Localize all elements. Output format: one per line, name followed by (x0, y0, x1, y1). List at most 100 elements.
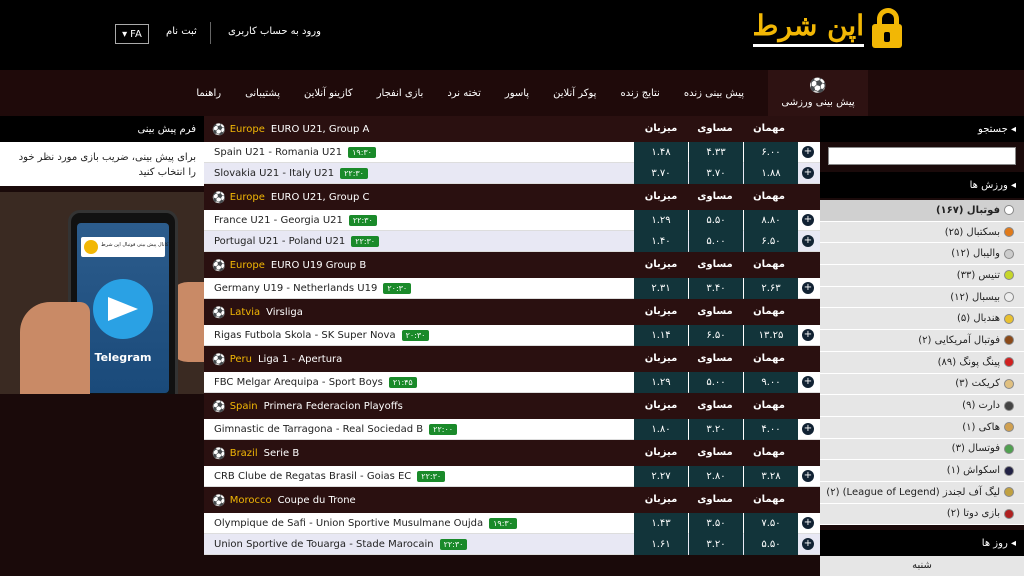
odds-guest[interactable]: ۳.۲۸ (744, 466, 798, 487)
odds-draw[interactable]: ۴.۳۳ (689, 142, 743, 163)
soccer-ball-icon: ⚽ (212, 122, 226, 136)
odds-draw[interactable]: ۳.۲۰ (689, 534, 743, 555)
bet-slip-title: فرم پیش بینی (0, 116, 204, 142)
login-link[interactable]: ورود به حساب کاربری (228, 26, 321, 37)
language-select[interactable]: ▾ FA (115, 24, 149, 44)
search-input[interactable] (828, 147, 1016, 165)
odds-guest[interactable]: ۶.۵۰ (744, 231, 798, 252)
sport-item[interactable]: فوتبال آمریکایی (۲) (820, 330, 1024, 352)
odds-host[interactable]: ۱.۴۰ (634, 231, 688, 252)
odds-draw[interactable]: ۵.۵۰ (689, 210, 743, 231)
league-name: Coupe du Trone (277, 494, 356, 506)
odds-host[interactable]: ۱.۴۸ (634, 142, 688, 163)
match-teams: Portugal U21 - Poland U21 (214, 235, 346, 247)
odds-guest[interactable]: ۱۳.۲۵ (744, 325, 798, 346)
odds-draw[interactable]: ۳.۴۰ (689, 278, 743, 299)
odds-guest[interactable]: ۱.۸۸ (744, 163, 798, 184)
match-teams: Gimnastic de Tarragona - Real Sociedad B (214, 423, 424, 435)
league-header: ⚽ Spain Primera Federacion Playoffs میزب… (204, 393, 820, 419)
odds-host[interactable]: ۲.۳۱ (634, 278, 688, 299)
sport-item[interactable]: تنیس (۳۳) (820, 265, 1024, 287)
more-markets-icon[interactable]: + (802, 214, 814, 226)
odds-host[interactable]: ۲.۲۷ (634, 466, 688, 487)
odds-guest[interactable]: ۶.۰۰ (744, 142, 798, 163)
col-host: میزبان (644, 400, 678, 411)
odds-guest[interactable]: ۲.۶۳ (744, 278, 798, 299)
search-title: جستجو ◂ (820, 116, 1024, 142)
sport-item[interactable]: کریکت (۳) (820, 373, 1024, 396)
odds-draw[interactable]: ۵.۰۰ (689, 231, 743, 252)
nav-item[interactable]: راهنما (184, 88, 233, 99)
sport-item[interactable]: لیگ آف لجندز (League of Legend) (۲) (820, 481, 1024, 504)
sport-item[interactable]: فوتسال (۳) (820, 438, 1024, 461)
site-logo[interactable]: اپن شرط (752, 8, 904, 48)
nav-item[interactable]: تخته نرد (435, 88, 493, 99)
odds-guest[interactable]: ۴.۰۰ (744, 419, 798, 440)
odds-draw[interactable]: ۳.۲۰ (689, 419, 743, 440)
lock-icon (870, 8, 904, 48)
nav-item[interactable]: پوکر آنلاین (541, 88, 608, 99)
more-markets-icon[interactable]: + (802, 282, 814, 294)
col-host: میزبان (644, 123, 678, 134)
sport-item[interactable]: بازی دوتا (۲) (820, 503, 1024, 526)
odds-host[interactable]: ۱.۱۴ (634, 325, 688, 346)
more-markets-icon[interactable]: + (802, 423, 814, 435)
sport-item[interactable]: فوتبال (۱۶۷) (820, 200, 1024, 222)
odds-host[interactable]: ۳.۷۰ (634, 163, 688, 184)
soccer-ball-icon: ⚽ (212, 190, 226, 204)
match-teams: Spain U21 - Romania U21 (214, 146, 343, 158)
nav-item[interactable]: پاسور (493, 88, 541, 99)
more-markets-icon[interactable]: + (802, 167, 814, 179)
sport-item[interactable]: هاکی (۱) (820, 416, 1024, 439)
sport-item[interactable]: اسکواش (۱) (820, 460, 1024, 482)
match-row: FBC Melgar Arequipa - Sport Boys ۲۱:۴۵ ۱… (204, 372, 820, 393)
bet-slip-description: برای پیش بینی، ضریب بازی مورد نظر خود را… (0, 142, 204, 186)
league-region: Morocco (229, 494, 272, 506)
more-markets-icon[interactable]: + (802, 146, 814, 158)
nav-item[interactable]: نتایج زنده (608, 88, 671, 99)
more-markets-icon[interactable]: + (802, 517, 814, 529)
odds-host[interactable]: ۱.۲۹ (634, 372, 688, 393)
sport-item[interactable]: دارت (۹) (820, 395, 1024, 417)
odds-guest[interactable]: ۷.۵۰ (744, 513, 798, 534)
odds-draw[interactable]: ۳.۵۰ (689, 513, 743, 534)
odds-draw[interactable]: ۳.۷۰ (689, 163, 743, 184)
odds-host[interactable]: ۱.۸۰ (634, 419, 688, 440)
sport-item[interactable]: هندبال (۵) (820, 308, 1024, 331)
sport-icon (1004, 292, 1014, 303)
logo-text: اپن شرط (752, 9, 864, 47)
sport-item[interactable]: بیسبال (۱۲) (820, 286, 1024, 309)
odds-host[interactable]: ۱.۲۹ (634, 210, 688, 231)
more-markets-icon[interactable]: + (802, 376, 814, 388)
nav-item[interactable]: کازینو آنلاین (292, 88, 365, 99)
signup-link[interactable]: ثبت نام (166, 26, 197, 37)
sport-label: هندبال (۵) (957, 313, 1000, 325)
col-draw: مساوی (697, 447, 733, 458)
col-guest: مهمان (753, 400, 785, 411)
bet-slip-panel: فرم پیش بینی برای پیش بینی، ضریب بازی مو… (0, 116, 204, 394)
nav-item[interactable]: پشتیبانی (233, 88, 292, 99)
match-time: ۲۲:۳۰ (348, 214, 377, 226)
more-markets-icon[interactable]: + (802, 235, 814, 247)
odds-draw[interactable]: ۵.۰۰ (689, 372, 743, 393)
sport-item[interactable]: بسکتبال (۲۵) (820, 221, 1024, 244)
match-teams: CRB Clube de Regatas Brasil - Goias EC (214, 470, 412, 482)
sport-item[interactable]: پینگ پونگ (۸۹) (820, 351, 1024, 374)
odds-draw[interactable]: ۶.۵۰ (689, 325, 743, 346)
nav-item[interactable]: بازی انفجار (365, 88, 436, 99)
telegram-promo[interactable]: کانال پیش بینی فوتبال اپن شرط Telegram (0, 192, 204, 394)
odds-host[interactable]: ۱.۶۱ (634, 534, 688, 555)
odds-guest[interactable]: ۵.۵۰ (744, 534, 798, 555)
odds-draw[interactable]: ۲.۸۰ (689, 466, 743, 487)
odds-guest[interactable]: ۸.۸۰ (744, 210, 798, 231)
more-markets-icon[interactable]: + (802, 329, 814, 341)
day-item[interactable]: شنبه (820, 556, 1024, 576)
more-markets-icon[interactable]: + (802, 470, 814, 482)
more-markets-icon[interactable]: + (802, 538, 814, 550)
nav-item-sports-betting[interactable]: ⚽ پیش بینی ورزشی (768, 70, 868, 116)
sport-item[interactable]: والیبال (۱۲) (820, 243, 1024, 266)
filter-sidebar: جستجو ◂ ورزش ها ◂ فوتبال (۱۶۷) بسکتبال (۲… (820, 116, 1024, 576)
odds-host[interactable]: ۱.۴۳ (634, 513, 688, 534)
odds-guest[interactable]: ۹.۰۰ (744, 372, 798, 393)
nav-item[interactable]: پیش بینی زنده (672, 88, 756, 99)
